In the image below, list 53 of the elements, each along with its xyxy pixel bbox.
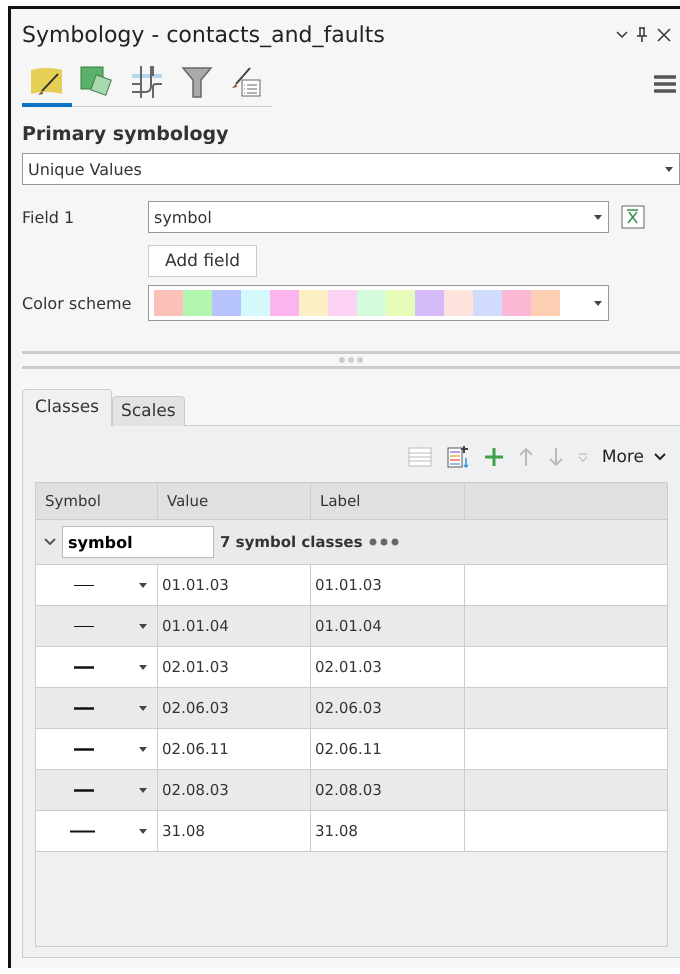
- expand-chevron-icon[interactable]: [44, 538, 56, 546]
- table-cell: 01.01.04: [311, 606, 465, 646]
- column-header[interactable]: Label: [311, 483, 465, 519]
- table-cell: 02.06.11: [158, 729, 311, 769]
- splitter-grip-icon[interactable]: [338, 357, 364, 363]
- expression-icon[interactable]: [621, 205, 645, 229]
- dropdown-caret-icon: [139, 828, 147, 834]
- table-cell: 01.01.03: [311, 565, 465, 605]
- table-cell: 02.08.03: [158, 770, 311, 810]
- table-cell: 02.01.03: [311, 647, 465, 687]
- table-cell: 01.01.03: [158, 565, 311, 605]
- table-cell: 02.08.03: [311, 770, 465, 810]
- collapse-icon[interactable]: [578, 452, 588, 462]
- color-scheme-dropdown[interactable]: [148, 285, 609, 321]
- grid-icon: [129, 64, 165, 100]
- table-cell: 02.01.03: [158, 647, 311, 687]
- dropdown-caret-icon: [594, 214, 602, 220]
- add-values-icon[interactable]: [446, 445, 470, 469]
- dropdown-caret-icon: [139, 788, 147, 792]
- dropdown-caret-icon: [139, 624, 147, 628]
- symbology-method-dropdown[interactable]: Unique Values: [22, 153, 680, 185]
- dropdown-caret-icon: [594, 300, 602, 306]
- table-cell: 31.08: [158, 811, 311, 851]
- plus-icon[interactable]: [484, 447, 504, 467]
- table-cell: 02.06.03: [158, 688, 311, 728]
- down-arrow-icon[interactable]: [548, 447, 564, 467]
- dropdown-caret-icon: [139, 582, 147, 588]
- tab[interactable]: Scales: [112, 396, 185, 426]
- list-icon[interactable]: [408, 447, 432, 467]
- heading-input-field[interactable]: symbol: [62, 526, 214, 558]
- column-header[interactable]: Value: [158, 483, 311, 519]
- field-label: Color scheme: [22, 294, 132, 312]
- dropdown-caret-icon: [139, 706, 147, 710]
- chevron-down-icon: [654, 453, 666, 461]
- field-label: Field 1: [22, 208, 76, 226]
- class-count: 7 symbol classes: [220, 533, 363, 551]
- up-arrow-icon[interactable]: [518, 447, 534, 467]
- add-field-button[interactable]: Add field: [148, 245, 257, 277]
- tab[interactable]: Classes: [22, 389, 112, 426]
- dropdown-caret-icon: [139, 746, 147, 752]
- table-cell: 02.06.03: [311, 688, 465, 728]
- dropdown-caret-icon: [665, 166, 673, 172]
- table-cell: 02.06.11: [311, 729, 465, 769]
- dropdown-caret-icon: [139, 664, 147, 670]
- table-cell: 31.08: [311, 811, 465, 851]
- more-options-icon[interactable]: [368, 538, 399, 546]
- more-menu-button[interactable]: More: [602, 447, 666, 467]
- field-dropdown[interactable]: symbol: [148, 201, 609, 233]
- column-header[interactable]: Symbol: [36, 483, 158, 519]
- section-heading: Primary symbology: [22, 123, 230, 145]
- table-cell: 01.01.04: [158, 606, 311, 646]
- menu-icon[interactable]: [654, 75, 676, 93]
- window-title: Symbology - contacts_and_faults: [22, 22, 386, 48]
